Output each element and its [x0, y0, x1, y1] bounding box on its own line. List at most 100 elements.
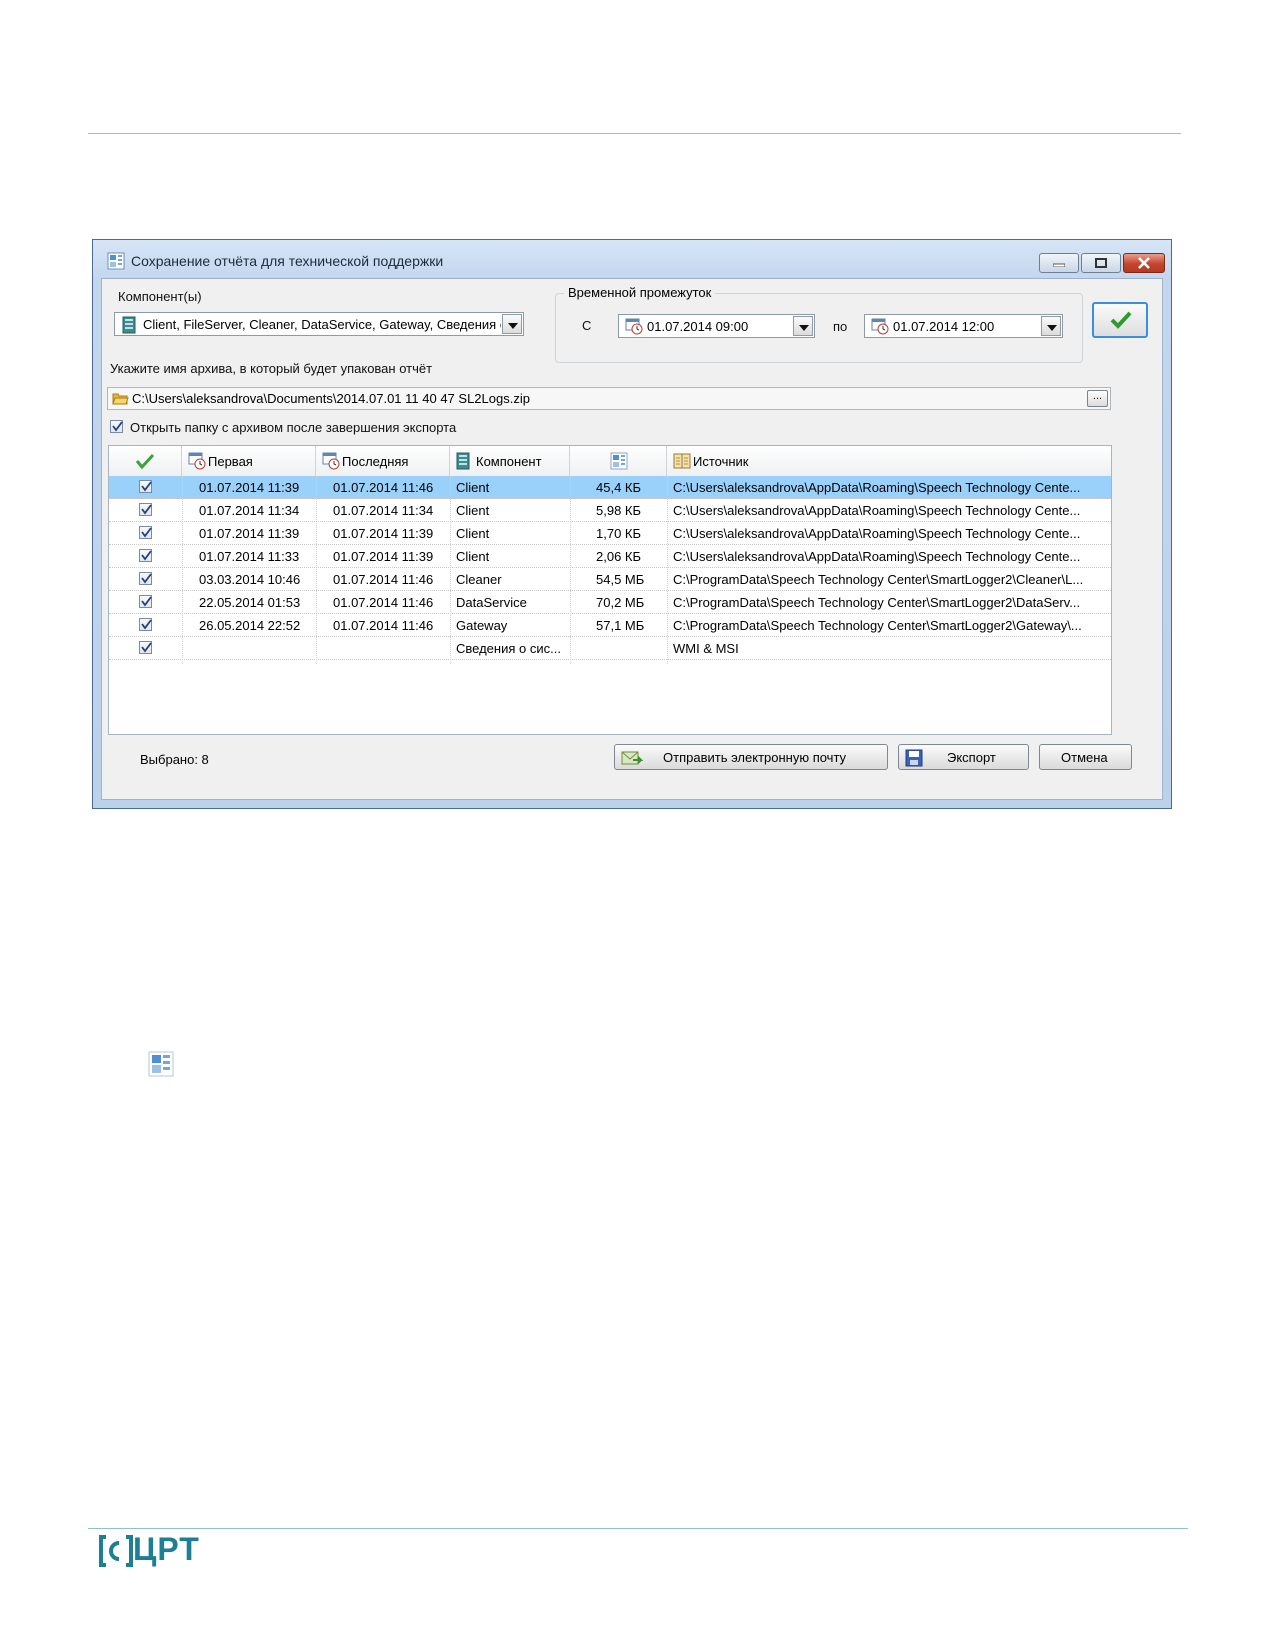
close-button[interactable] [1123, 253, 1165, 273]
to-date-dropdown-arrow[interactable] [1041, 316, 1061, 336]
archive-path-value: C:\Users\aleksandrova\Documents\2014.07.… [132, 391, 530, 406]
column-header-source[interactable]: Источник [667, 446, 1111, 476]
cell-last: 01.07.2014 11:39 [333, 526, 434, 541]
checkmark-icon [1110, 311, 1132, 329]
from-date-dropdown-arrow[interactable] [793, 316, 813, 336]
maximize-button[interactable] [1081, 253, 1121, 273]
row-checkbox[interactable] [139, 572, 152, 585]
email-icon [621, 751, 643, 765]
column-divider [570, 476, 571, 664]
table-row[interactable]: 01.07.2014 11:33 01.07.2014 11:39 Client 2,… [109, 545, 1111, 568]
minimize-icon [1053, 263, 1065, 267]
checkmark-icon [135, 453, 155, 470]
send-email-button[interactable]: Отправить электронную почту [614, 744, 888, 770]
table-row[interactable]: 03.03.2014 10:46 01.07.2014 11:46 Cleaner 5… [109, 568, 1111, 591]
cell-first: 01.07.2014 11:34 [199, 503, 300, 518]
cell-last: 01.07.2014 11:46 [333, 595, 434, 610]
row-checkbox[interactable] [139, 641, 152, 654]
to-date-value: 01.07.2014 12:00 [893, 319, 995, 334]
column-header-checked[interactable] [109, 446, 182, 476]
apply-filter-button[interactable] [1092, 302, 1148, 338]
restore-icon [1095, 258, 1107, 268]
row-checkbox[interactable] [139, 526, 152, 539]
components-dropdown-arrow[interactable] [502, 314, 522, 334]
server-icon [122, 316, 136, 334]
report-dialog: Сохранение отчёта для технической поддер… [92, 239, 1172, 809]
row-checkbox[interactable] [139, 618, 152, 631]
open-folder-label: Открыть папку с архивом после завершения… [130, 420, 457, 435]
cell-first: 01.07.2014 11:39 [199, 526, 300, 541]
calendar-clock-icon [625, 318, 643, 335]
cell-component: Cleaner [456, 572, 502, 587]
calendar-clock-icon [871, 318, 889, 335]
report-icon [610, 452, 628, 470]
export-button[interactable]: Экспорт [898, 744, 1029, 770]
top-divider [88, 133, 1181, 134]
row-checkbox[interactable] [139, 503, 152, 516]
row-checkbox[interactable] [139, 549, 152, 562]
time-range-group: Временной промежуток С 01.07.2014 09:00 … [555, 285, 1083, 363]
table-row[interactable]: 01.07.2014 11:34 01.07.2014 11:34 Client 5,… [109, 499, 1111, 522]
cell-component: Gateway [456, 618, 508, 633]
dialog-body: Компонент(ы) Client, FileServer, Cleaner… [101, 278, 1163, 800]
cell-size: 5,98 КБ [596, 503, 642, 518]
cancel-button[interactable]: Отмена [1039, 744, 1132, 770]
archive-label: Укажите имя архива, в который будет упак… [110, 361, 433, 376]
from-date-value: 01.07.2014 09:00 [647, 319, 749, 334]
table-row[interactable]: 26.05.2014 22:52 01.07.2014 11:46 Gateway 5… [109, 614, 1111, 637]
cell-source: C:\Users\aleksandrova\AppData\Roaming\Sp… [673, 526, 1081, 541]
logs-table: Первая Последняя Компонент Источник 01.0… [108, 445, 1112, 735]
column-header-first[interactable]: Первая [182, 446, 316, 476]
row-checkbox[interactable] [139, 480, 152, 493]
column-header-last[interactable]: Последняя [316, 446, 450, 476]
column-source-label: Источник [693, 454, 749, 469]
title-bar[interactable]: Сохранение отчёта для технической поддер… [93, 240, 1171, 278]
table-row[interactable]: 01.07.2014 11:39 01.07.2014 11:46 Client 45… [109, 476, 1111, 499]
check-icon [141, 619, 152, 630]
archive-path-input[interactable]: C:\Users\aleksandrova\Documents\2014.07.… [107, 387, 1111, 410]
cell-last: 01.07.2014 11:46 [333, 618, 434, 633]
report-icon [148, 1051, 174, 1077]
book-icon [673, 453, 691, 469]
components-label: Компонент(ы) [118, 289, 202, 304]
cell-first: 01.07.2014 11:33 [199, 549, 300, 564]
open-folder-checkbox[interactable] [110, 420, 123, 433]
minimize-button[interactable] [1039, 253, 1079, 273]
components-combo[interactable]: Client, FileServer, Cleaner, DataService… [114, 312, 524, 336]
from-date-picker[interactable]: 01.07.2014 09:00 [618, 314, 815, 338]
cell-first: 22.05.2014 01:53 [199, 595, 301, 610]
export-label: Экспорт [947, 750, 996, 765]
table-row[interactable]: 22.05.2014 01:53 01.07.2014 11:46 DataServ… [109, 591, 1111, 614]
check-icon [112, 421, 123, 432]
cell-source: C:\Users\aleksandrova\AppData\Roaming\Sp… [673, 503, 1081, 518]
table-header: Первая Последняя Компонент Источник [109, 446, 1111, 477]
table-row[interactable]: Сведения о сис... WMI & MSI [109, 637, 1111, 660]
report-window-icon [107, 252, 125, 270]
components-value: Client, FileServer, Cleaner, DataService… [143, 317, 501, 332]
cell-size: 57,1 МБ [596, 618, 645, 633]
browse-button[interactable]: ... [1087, 390, 1108, 407]
cell-component: Client [456, 526, 490, 541]
send-email-label: Отправить электронную почту [663, 750, 847, 765]
cell-first: 03.03.2014 10:46 [199, 572, 301, 587]
cell-last: 01.07.2014 11:46 [333, 572, 434, 587]
column-header-component[interactable]: Компонент [450, 446, 570, 476]
to-label: по [833, 319, 848, 334]
cell-size: 45,4 КБ [596, 480, 642, 495]
cell-source: C:\Users\aleksandrova\AppData\Roaming\Sp… [673, 549, 1081, 564]
cell-component: Client [456, 480, 490, 495]
cell-source: C:\ProgramData\Speech Technology Center\… [673, 572, 1084, 587]
cell-last: 01.07.2014 11:39 [333, 549, 434, 564]
column-header-size[interactable] [570, 446, 667, 476]
close-icon [1138, 257, 1150, 269]
table-row[interactable]: 01.07.2014 11:39 01.07.2014 11:39 Client 1,… [109, 522, 1111, 545]
cell-first: 26.05.2014 22:52 [199, 618, 301, 633]
cell-size: 2,06 КБ [596, 549, 642, 564]
cell-source: C:\ProgramData\Speech Technology Center\… [673, 595, 1081, 610]
row-checkbox[interactable] [139, 595, 152, 608]
column-component-label: Компонент [476, 454, 542, 469]
column-divider [316, 476, 317, 664]
to-date-picker[interactable]: 01.07.2014 12:00 [864, 314, 1063, 338]
cell-component: Client [456, 549, 490, 564]
cell-size: 54,5 МБ [596, 572, 645, 587]
